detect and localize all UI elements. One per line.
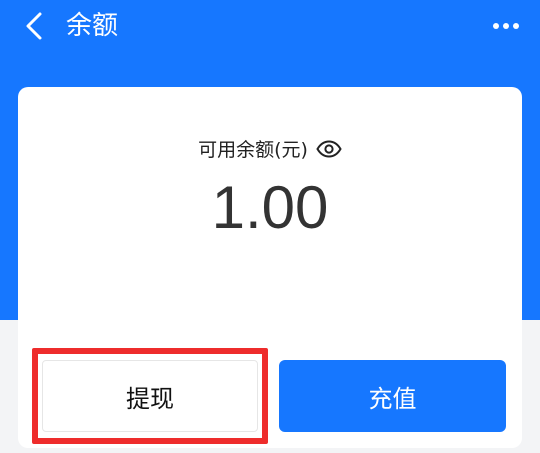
visibility-toggle[interactable] <box>316 139 342 159</box>
more-button[interactable] <box>490 10 522 42</box>
back-button[interactable] <box>18 10 50 42</box>
page-title: 余额 <box>66 11 119 41</box>
chevron-left-icon <box>26 12 42 40</box>
balance-amount: 1.00 <box>211 174 329 241</box>
eye-icon <box>316 139 342 158</box>
more-dots-icon <box>493 23 519 29</box>
balance-label: 可用余额(元) <box>198 139 308 161</box>
top-bar: 余额 <box>0 0 540 52</box>
highlight-box <box>32 348 268 444</box>
balance-label-row: 可用余额(元) <box>18 135 522 162</box>
recharge-button[interactable]: 充值 <box>279 360 506 432</box>
